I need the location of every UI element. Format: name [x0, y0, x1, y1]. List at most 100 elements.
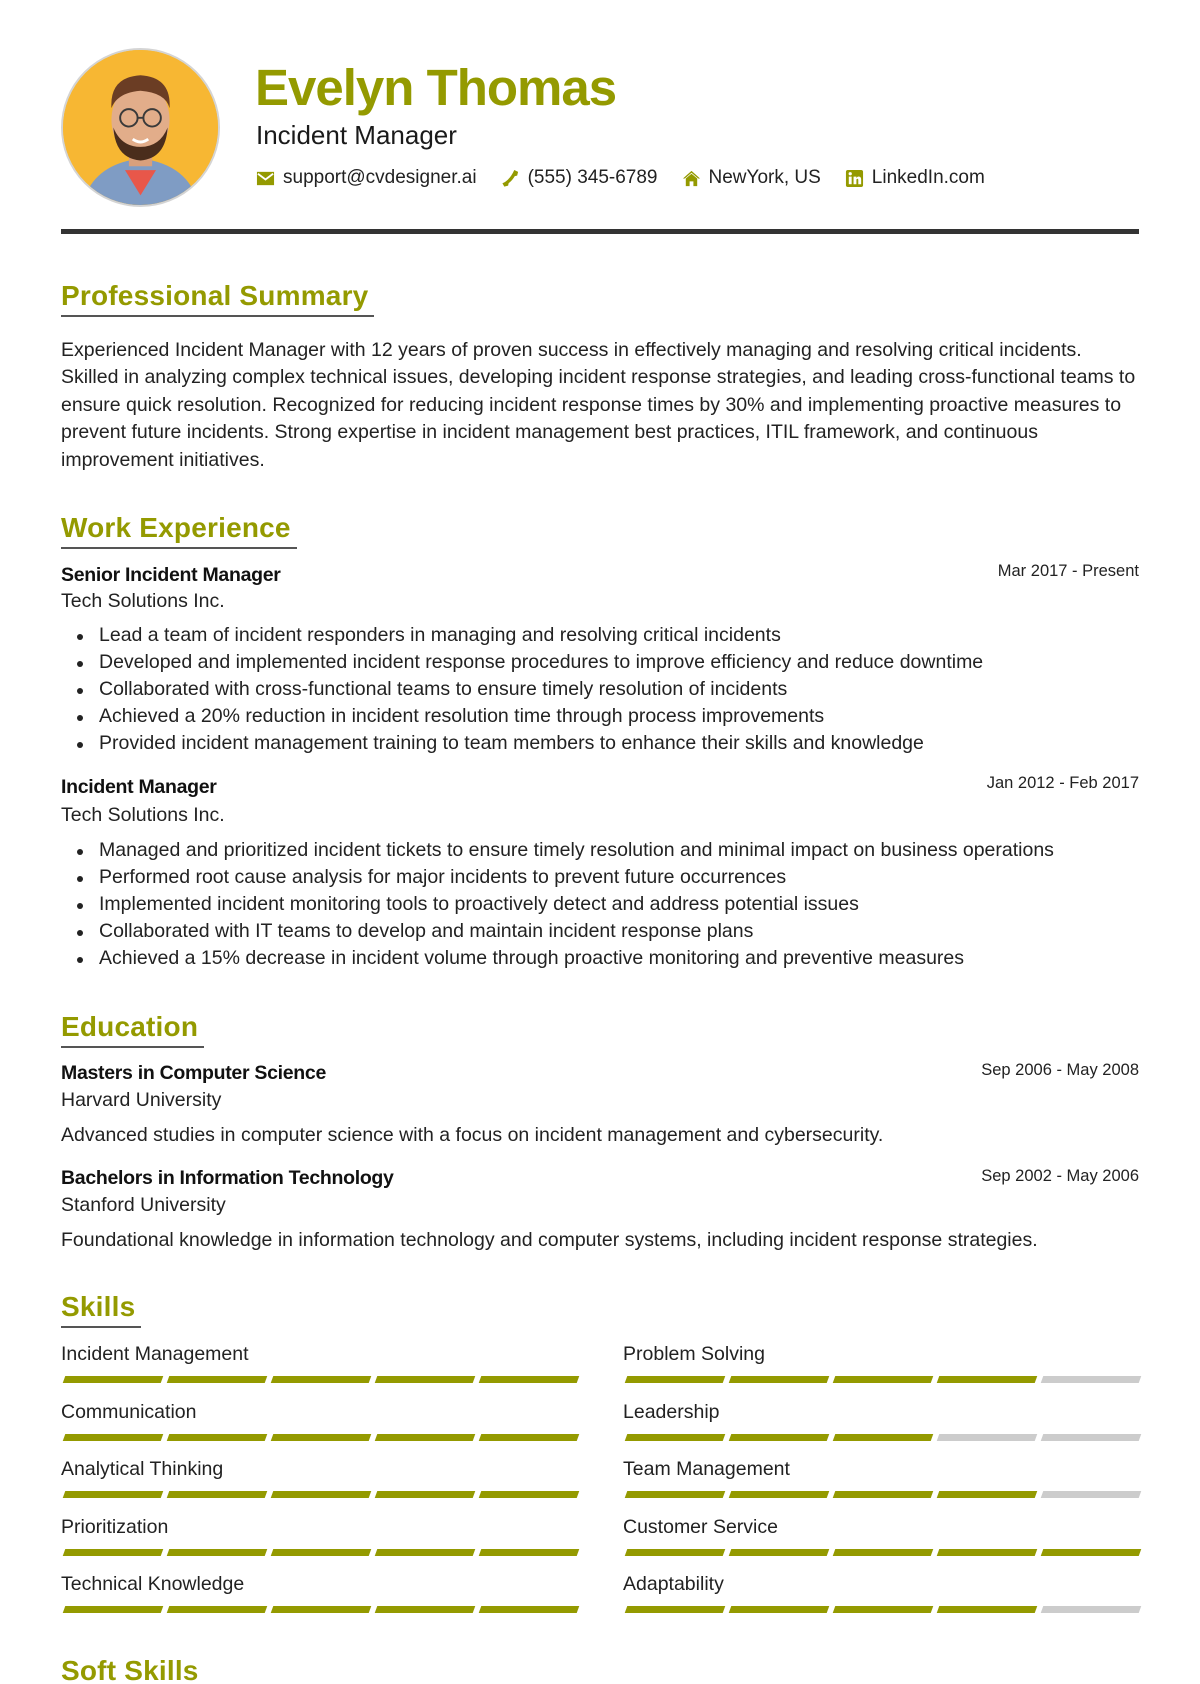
- skill-level-segment-filled: [478, 1433, 580, 1441]
- home-icon: [682, 170, 700, 186]
- job-bullets: Managed and prioritized incident tickets…: [61, 837, 1139, 972]
- skill-level-meter: [61, 1433, 580, 1441]
- skill-level-segment-filled: [832, 1606, 934, 1613]
- skill-level-meter: [61, 1491, 580, 1498]
- skill-level-segment-filled: [832, 1491, 934, 1498]
- skill-level-segment-filled: [166, 1606, 268, 1613]
- section-heading-experience: Work Experience: [61, 511, 297, 549]
- bullet-item: Managed and prioritized incident tickets…: [61, 837, 1139, 864]
- education-description: Advanced studies in computer science wit…: [61, 1124, 884, 1146]
- skill-level-segment-filled: [62, 1433, 164, 1441]
- bullet-item: Performed root cause analysis for major …: [61, 864, 1139, 891]
- skill-item: Adaptability: [623, 1572, 1142, 1613]
- skill-level-segment-filled: [478, 1491, 580, 1498]
- skill-level-segment-filled: [270, 1606, 372, 1613]
- job-company: Tech Solutions Inc.: [61, 590, 225, 612]
- bullet-item: Lead a team of incident responders in ma…: [61, 622, 1139, 649]
- bullet-item: Implemented incident monitoring tools to…: [61, 891, 1139, 918]
- skill-level-segment-filled: [624, 1491, 726, 1498]
- resume-page: Evelyn Thomas Incident Manager support@c…: [0, 0, 1200, 1684]
- education-dates: Sep 2002 - May 2006: [981, 1167, 1139, 1185]
- skill-level-meter: [623, 1548, 1142, 1556]
- skill-level-segment-empty: [1040, 1491, 1142, 1498]
- school-name: Stanford University: [61, 1194, 226, 1216]
- skill-level-segment-empty: [1040, 1433, 1142, 1441]
- skill-name: Problem Solving: [623, 1343, 765, 1365]
- contact-email-text: support@cvdesigner.ai: [283, 167, 477, 188]
- skill-item: Communication: [61, 1400, 580, 1441]
- skill-level-segment-filled: [62, 1548, 164, 1556]
- bullet-item: Provided incident management training to…: [61, 730, 1139, 757]
- contact-phone[interactable]: (555) 345-6789: [501, 167, 658, 189]
- skill-level-segment-filled: [478, 1548, 580, 1556]
- skill-level-meter: [623, 1433, 1142, 1441]
- skill-level-segment-filled: [936, 1548, 1038, 1556]
- skill-level-meter: [623, 1491, 1142, 1498]
- skill-level-segment-filled: [270, 1548, 372, 1556]
- skill-level-segment-filled: [728, 1606, 830, 1613]
- job-title: Senior Incident Manager: [61, 564, 281, 586]
- degree-title: Bachelors in Information Technology: [61, 1167, 394, 1189]
- degree-title: Masters in Computer Science: [61, 1062, 326, 1084]
- skill-level-segment-empty: [936, 1433, 1038, 1441]
- skill-level-segment-filled: [374, 1606, 476, 1613]
- skill-level-segment-filled: [936, 1491, 1038, 1498]
- skill-name: Team Management: [623, 1458, 790, 1480]
- skill-item: Leadership: [623, 1400, 1142, 1441]
- skill-level-segment-filled: [624, 1606, 726, 1613]
- skill-name: Prioritization: [61, 1515, 169, 1538]
- contact-location-text: NewYork, US: [708, 167, 821, 188]
- skill-level-meter: [61, 1606, 580, 1613]
- job-bullets: Lead a team of incident responders in ma…: [61, 622, 1139, 757]
- skill-level-segment-filled: [166, 1433, 268, 1441]
- candidate-name: Evelyn Thomas: [255, 59, 617, 116]
- linkedin-icon: [845, 169, 863, 187]
- skill-level-segment-filled: [478, 1606, 580, 1613]
- summary-text: Experienced Incident Manager with 12 yea…: [61, 339, 1136, 471]
- skill-level-segment-filled: [166, 1548, 268, 1556]
- contact-list: support@cvdesigner.ai (555) 345-6789 New…: [256, 164, 985, 192]
- skill-level-segment-empty: [1040, 1376, 1142, 1383]
- envelope-icon: [256, 171, 275, 185]
- contact-linkedin[interactable]: LinkedIn.com: [845, 167, 985, 189]
- job-title: Incident Manager: [61, 776, 217, 798]
- skill-level-segment-filled: [270, 1376, 372, 1383]
- skill-level-segment-filled: [374, 1491, 476, 1498]
- skill-level-segment-filled: [478, 1376, 580, 1383]
- skill-level-segment-filled: [166, 1376, 268, 1383]
- skill-level-meter: [623, 1606, 1142, 1613]
- skill-item: Technical Knowledge: [61, 1572, 580, 1613]
- skill-level-segment-empty: [1040, 1606, 1142, 1613]
- job-company: Tech Solutions Inc.: [61, 804, 225, 826]
- skill-level-segment-filled: [374, 1376, 476, 1383]
- job-dates: Mar 2017 - Present: [997, 562, 1139, 580]
- skill-item: Customer Service: [623, 1515, 1142, 1556]
- skill-level-segment-filled: [374, 1548, 476, 1556]
- skill-level-segment-filled: [62, 1606, 164, 1613]
- skill-level-segment-filled: [270, 1433, 372, 1441]
- education-dates: Sep 2006 - May 2008: [981, 1061, 1139, 1079]
- bullet-item: Achieved a 15% decrease in incident volu…: [61, 945, 1139, 972]
- skill-level-segment-filled: [832, 1548, 934, 1556]
- school-name: Harvard University: [61, 1089, 222, 1111]
- contact-linkedin-text: LinkedIn.com: [871, 167, 985, 188]
- skill-name: Adaptability: [623, 1573, 724, 1595]
- skill-level-segment-filled: [270, 1491, 372, 1498]
- skill-name: Leadership: [623, 1400, 720, 1423]
- avatar: [61, 48, 220, 207]
- skill-level-meter: [623, 1376, 1142, 1383]
- skill-item: Team Management: [623, 1457, 1142, 1498]
- header-divider: [61, 229, 1139, 234]
- education-description: Foundational knowledge in information te…: [61, 1229, 1038, 1251]
- contact-phone-text: (555) 345-6789: [527, 167, 658, 188]
- contact-email[interactable]: support@cvdesigner.ai: [256, 167, 477, 189]
- skill-level-segment-filled: [832, 1433, 934, 1441]
- skill-level-meter: [61, 1548, 580, 1556]
- skill-level-segment-filled: [624, 1548, 726, 1556]
- skill-level-segment-filled: [728, 1548, 830, 1556]
- skill-name: Analytical Thinking: [61, 1458, 224, 1480]
- section-heading-skills: Skills: [61, 1290, 142, 1328]
- skill-name: Communication: [61, 1400, 197, 1423]
- bullet-item: Achieved a 20% reduction in incident res…: [61, 703, 1139, 730]
- skill-level-segment-filled: [624, 1433, 726, 1441]
